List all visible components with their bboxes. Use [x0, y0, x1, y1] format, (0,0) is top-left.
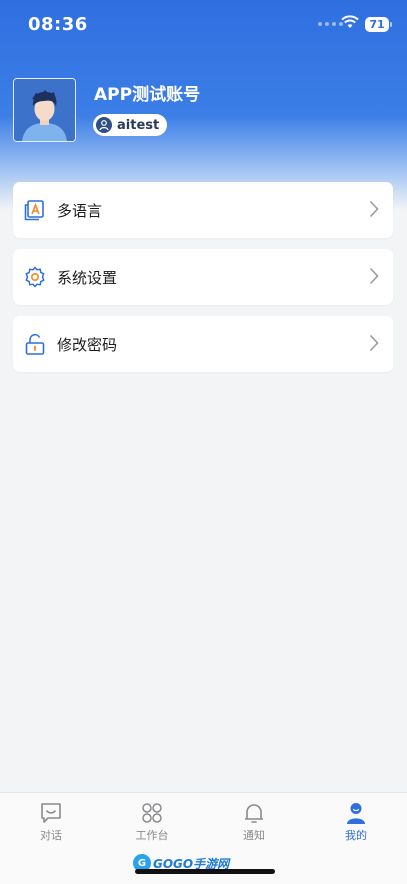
signal-dots-icon [318, 22, 343, 26]
user-icon [96, 117, 112, 133]
chat-icon [41, 803, 61, 823]
menu-item-language[interactable]: 多语言 [13, 182, 393, 238]
tab-label: 对话 [40, 829, 62, 842]
status-bar: 08:36 71 [0, 0, 407, 50]
menu-item-change-password[interactable]: 修改密码 [13, 316, 393, 372]
unlock-icon [25, 333, 45, 355]
settings-gear-icon [25, 266, 45, 288]
profile-icon [347, 803, 365, 824]
menu-item-label: 修改密码 [57, 336, 118, 354]
battery-tip [390, 22, 392, 27]
avatar[interactable] [13, 78, 76, 142]
bell-icon [245, 804, 263, 823]
battery-indicator: 71 [365, 17, 389, 32]
workbench-icon [142, 803, 162, 823]
status-time: 08:36 [28, 14, 88, 35]
tab-notifications[interactable]: 通知 [214, 801, 294, 843]
tab-label: 我的 [345, 829, 367, 842]
language-icon [24, 200, 44, 221]
avatar-image [14, 79, 75, 141]
tab-chat[interactable]: 对话 [11, 801, 91, 843]
profile-name: APP测试账号 [94, 85, 201, 105]
username-badge: aitest [93, 114, 168, 136]
menu-item-system-settings[interactable]: 系统设置 [13, 249, 393, 305]
wifi-icon [341, 15, 359, 28]
tab-profile[interactable]: 我的 [316, 801, 396, 843]
username-text: aitest [117, 117, 160, 133]
home-indicator[interactable] [135, 869, 275, 874]
menu-item-label: 系统设置 [57, 269, 118, 287]
tab-label: 通知 [243, 829, 265, 842]
chevron-right-icon [369, 334, 379, 352]
tab-label: 工作台 [135, 829, 169, 842]
chevron-right-icon [369, 200, 379, 218]
chevron-right-icon [369, 267, 379, 285]
tab-workbench[interactable]: 工作台 [112, 801, 192, 843]
menu-item-label: 多语言 [57, 202, 103, 220]
